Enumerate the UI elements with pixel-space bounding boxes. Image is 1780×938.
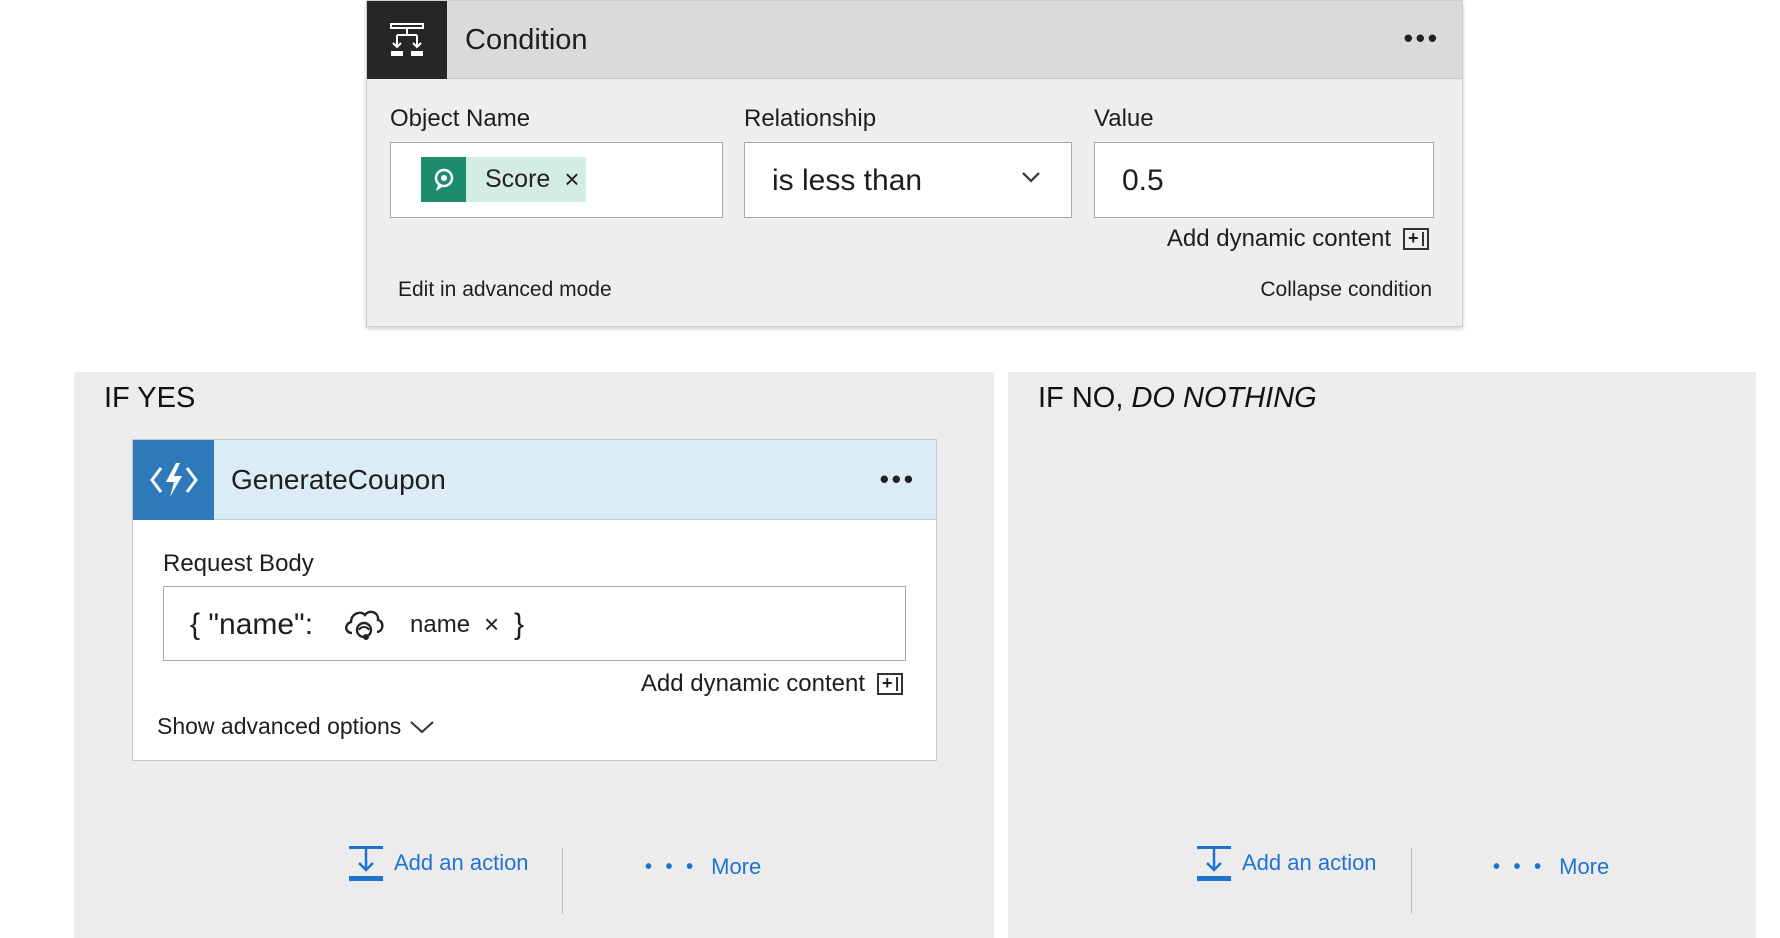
object-name-field[interactable]: Score ×	[390, 142, 723, 218]
branch-no-title-emphasis: DO NOTHING	[1131, 382, 1317, 414]
add-dynamic-content-icon: +	[877, 673, 903, 695]
add-an-action-label: Add an action	[1242, 850, 1377, 875]
branch-yes-title: IF YES	[104, 382, 196, 414]
more-ellipsis-icon: • • •	[645, 855, 698, 878]
object-name-label: Object Name	[390, 105, 531, 132]
more-button[interactable]: • • • More	[1493, 854, 1609, 880]
add-dynamic-content-label: Add dynamic content	[1166, 225, 1391, 252]
add-dynamic-content-link[interactable]: Add dynamic content +	[641, 670, 903, 698]
cognitive-services-icon	[421, 157, 466, 202]
action-divider	[562, 848, 563, 914]
request-body-label: Request Body	[163, 550, 314, 577]
more-label: More	[1559, 854, 1610, 879]
show-advanced-options-label: Show advanced options	[157, 713, 402, 739]
condition-title: Condition	[465, 24, 588, 56]
azure-function-icon	[133, 440, 214, 520]
branch-if-no: IF NO, DO NOTHING Add an action • • • Mo…	[1008, 372, 1756, 938]
more-button[interactable]: • • • More	[645, 854, 761, 880]
score-token-label: Score	[485, 165, 551, 193]
remove-token-icon[interactable]: ×	[564, 164, 579, 195]
add-dynamic-content-label: Add dynamic content	[640, 670, 865, 697]
show-advanced-options-toggle[interactable]: Show advanced options	[157, 713, 435, 740]
more-label: More	[711, 854, 762, 879]
add-an-action-button[interactable]: Add an action	[348, 844, 529, 882]
chevron-down-icon	[1022, 172, 1040, 183]
add-an-action-label: Add an action	[394, 850, 529, 875]
value-input-text: 0.5	[1122, 164, 1164, 197]
value-label: Value	[1094, 105, 1154, 132]
add-action-icon	[1197, 846, 1231, 881]
request-body-prefix: { "name":	[190, 608, 314, 641]
add-an-action-button[interactable]: Add an action	[1196, 844, 1377, 882]
branch-if-yes: IF YES GenerateCoupon ••• Request Body {…	[74, 372, 994, 938]
condition-card: Condition ••• Object Name Relationship V…	[366, 0, 1463, 327]
add-dynamic-content-icon: +	[1403, 228, 1429, 250]
generate-coupon-header[interactable]: GenerateCoupon •••	[133, 440, 936, 520]
relationship-label: Relationship	[744, 105, 877, 132]
add-dynamic-content-link[interactable]: Add dynamic content +	[1167, 225, 1429, 253]
condition-header[interactable]: Condition •••	[367, 1, 1462, 79]
score-token[interactable]: Score ×	[421, 157, 586, 202]
cloud-icon	[345, 610, 384, 640]
edit-advanced-mode-link[interactable]: Edit in advanced mode	[398, 278, 612, 302]
more-ellipsis-icon: • • •	[1493, 855, 1546, 878]
value-input[interactable]: 0.5	[1094, 142, 1434, 218]
name-token-label[interactable]: name	[410, 587, 470, 662]
add-action-icon	[349, 846, 383, 881]
chevron-down-icon	[410, 720, 434, 733]
condition-icon	[367, 1, 447, 79]
remove-token-icon[interactable]: ×	[484, 587, 499, 662]
condition-menu-ellipsis-icon[interactable]: •••	[1404, 25, 1440, 51]
action-menu-ellipsis-icon[interactable]: •••	[880, 466, 916, 492]
generate-coupon-card: GenerateCoupon ••• Request Body { "name"…	[132, 439, 937, 761]
request-body-suffix: }	[514, 608, 525, 641]
generate-coupon-title: GenerateCoupon	[231, 464, 446, 495]
branch-no-title-prefix: IF NO,	[1038, 382, 1124, 414]
request-body-field[interactable]: { "name": name × }	[163, 586, 906, 661]
branch-no-title: IF NO, DO NOTHING	[1038, 382, 1317, 415]
collapse-condition-link[interactable]: Collapse condition	[1260, 278, 1432, 302]
relationship-dropdown[interactable]: is less than	[744, 142, 1072, 218]
action-divider	[1411, 848, 1412, 914]
relationship-selected-value: is less than	[772, 164, 923, 197]
